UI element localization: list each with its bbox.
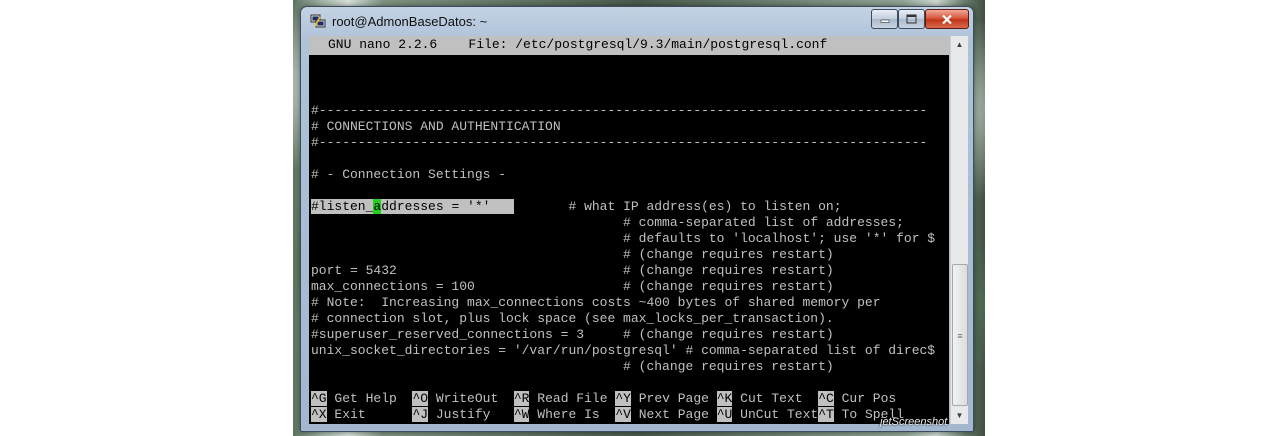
section-heading: # CONNECTIONS AND AUTHENTICATION [311, 119, 561, 134]
shortcut-uncut-text[interactable]: ^U UnCut Text [716, 407, 819, 422]
shortcut-key: ^O [412, 391, 429, 406]
shortcut-label: UnCut Text [732, 407, 819, 422]
listen-addresses-line: #listen_addresses = '*' # what IP addres… [311, 199, 842, 215]
shortcut-bar-row2: ^X Exit ^J Justify ^W Where Is ^V Next P… [311, 407, 904, 423]
maximize-icon [906, 14, 917, 24]
separator-line: #---------------------------------------… [311, 103, 928, 118]
shortcut-key: ^W [513, 407, 530, 422]
close-icon [942, 14, 952, 24]
shortcut-key: ^C [818, 391, 834, 406]
shortcut-where-is[interactable]: ^W Where Is [513, 407, 616, 422]
shortcut-prev-page[interactable]: ^Y Prev Page [615, 391, 716, 406]
superuser-line: #superuser_reserved_connections = 3 # (c… [311, 327, 834, 342]
shortcut-label: Cur Pos [833, 391, 897, 406]
config-comment: # defaults to 'localhost'; use '*' for $ [311, 231, 936, 246]
grip-icon: ≡ [957, 331, 963, 341]
selected-text: ddresses = '*' [381, 199, 514, 214]
shortcut-key: ^G [311, 391, 327, 406]
note-line: # Note: Increasing max_connections costs… [311, 295, 881, 310]
shortcut-get-help[interactable]: ^G Get Help [311, 391, 412, 406]
shortcut-label: WriteOut [428, 391, 514, 406]
arrow-down-icon: ▼ [955, 411, 964, 420]
shortcut-label: Get Help [326, 391, 413, 406]
config-comment: # comma-separated list of addresses; [311, 215, 904, 230]
scrollbar-thumb[interactable]: ≡ [952, 264, 968, 406]
shortcut-label: Prev Page [630, 391, 717, 406]
port-line: port = 5432 # (change requires restart) [311, 263, 834, 278]
putty-icon [310, 14, 326, 28]
minimize-button[interactable] [871, 9, 898, 29]
shortcut-key: ^U [716, 407, 733, 422]
shortcut-justify[interactable]: ^J Justify [412, 407, 513, 422]
shortcut-writeout[interactable]: ^O WriteOut [412, 391, 513, 406]
window-title: root@AdmonBaseDatos: ~ [332, 14, 488, 29]
maximize-button[interactable] [898, 9, 925, 29]
max-connections-line: max_connections = 100 # (change requires… [311, 279, 834, 294]
shortcut-label: Exit [326, 407, 413, 422]
shortcut-bar-row1: ^G Get Help ^O WriteOut ^R Read File ^Y … [311, 391, 896, 407]
listen-comment: # what IP address(es) to listen on; [513, 199, 842, 214]
shortcut-cur-pos[interactable]: ^C Cur Pos [818, 391, 896, 406]
shortcut-key: ^R [513, 391, 530, 406]
shortcut-label: Justify [428, 407, 514, 422]
minimize-icon [880, 19, 889, 23]
shortcut-key: ^V [615, 407, 631, 422]
shortcut-key: ^Y [615, 391, 631, 406]
separator-line: #---------------------------------------… [311, 135, 928, 150]
putty-window: root@AdmonBaseDatos: ~ GNU nano 2.2.6 Fi… [300, 6, 974, 432]
arrow-up-icon: ▲ [955, 40, 964, 49]
shortcut-label: Read File [529, 391, 616, 406]
shortcut-label: Where Is [529, 407, 616, 422]
scroll-up-button[interactable]: ▲ [951, 36, 968, 53]
shortcut-key: ^T [818, 407, 834, 422]
shortcut-cut-text[interactable]: ^K Cut Text [716, 391, 819, 406]
title-bar[interactable]: root@AdmonBaseDatos: ~ [301, 7, 973, 35]
shortcut-key: ^J [412, 407, 429, 422]
nano-header: GNU nano 2.2.6 File: /etc/postgresql/9.3… [328, 37, 828, 52]
shortcut-read-file[interactable]: ^R Read File [513, 391, 616, 406]
shortcut-label: Cut Text [732, 391, 819, 406]
config-comment: # (change requires restart) [311, 247, 834, 262]
shortcut-key: ^X [311, 407, 327, 422]
terminal-area[interactable]: GNU nano 2.2.6 File: /etc/postgresql/9.3… [309, 36, 949, 424]
config-comment: # (change requires restart) [311, 359, 834, 374]
selected-text: #listen_ [311, 199, 374, 214]
close-button[interactable] [925, 9, 969, 29]
shortcut-label: Next Page [630, 407, 717, 422]
shortcut-next-page[interactable]: ^V Next Page [615, 407, 716, 422]
vertical-scrollbar[interactable]: ▲ ≡ ▼ [950, 36, 968, 424]
scroll-down-button[interactable]: ▼ [951, 407, 968, 424]
nano-header-bar: GNU nano 2.2.6 File: /etc/postgresql/9.3… [309, 36, 949, 55]
unix-socket-line: unix_socket_directories = '/var/run/post… [311, 343, 936, 358]
shortcut-key: ^K [716, 391, 733, 406]
note-line: # connection slot, plus lock space (see … [311, 311, 834, 326]
shortcut-exit[interactable]: ^X Exit [311, 407, 412, 422]
watermark: jetScreenshot [880, 416, 948, 428]
subsection-heading: # - Connection Settings - [311, 167, 507, 182]
